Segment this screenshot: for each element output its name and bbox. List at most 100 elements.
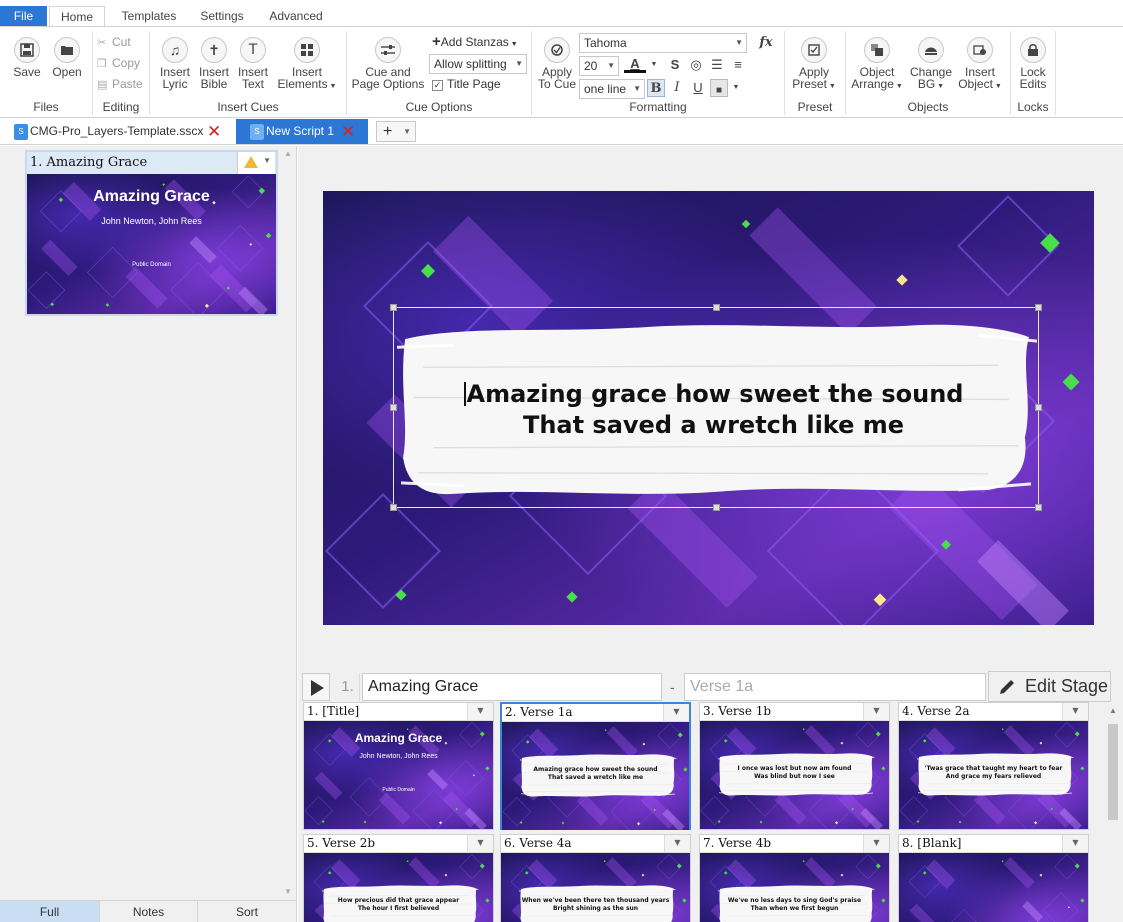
lock-edits-button[interactable]: Lock Edits xyxy=(1013,37,1053,90)
title-page-checkbox[interactable]: ✓ Title Page xyxy=(432,75,501,93)
cue-card-thumbnail: Amazing grace how sweet the sound That sa… xyxy=(502,722,689,830)
scroll-up-icon[interactable]: ▲ xyxy=(284,149,292,158)
resize-handle-bottom-left[interactable] xyxy=(390,504,397,511)
document-tab-label: CMG-Pro_Layers-Template.sscx xyxy=(30,124,204,138)
italic-button[interactable]: I xyxy=(668,79,686,97)
chevron-down-icon[interactable]: ▼ xyxy=(664,835,690,852)
cue-card[interactable]: 8. [Blank] ▼ xyxy=(898,834,1089,922)
chevron-down-icon[interactable]: ▼ xyxy=(730,79,742,97)
bold-button[interactable]: B xyxy=(647,79,665,97)
chevron-down-icon[interactable]: ▼ xyxy=(863,703,889,720)
close-icon[interactable]: ✕ xyxy=(207,119,221,144)
tab-sort[interactable]: Sort xyxy=(198,900,297,922)
cue-card[interactable]: 5. Verse 2b ▼ How precious did that grace … xyxy=(303,834,494,922)
tab-notes[interactable]: Notes xyxy=(100,900,198,922)
document-tab-new-script[interactable]: S New Script 1 ✕ xyxy=(236,119,368,144)
chevron-down-icon[interactable]: ▼ xyxy=(863,835,889,852)
cue-card[interactable]: 4. Verse 2a ▼ 'Twas grace that taught my h… xyxy=(898,702,1089,830)
selection-box[interactable] xyxy=(390,304,1042,511)
function-fx-button[interactable]: fx xyxy=(755,34,777,52)
paste-button[interactable]: ▤ Paste xyxy=(97,75,143,93)
cue-grid: 1. [Title] ▼ Amazing Grace John Newton, Joh… xyxy=(298,702,1123,922)
font-size-select[interactable]: 20 ▼ xyxy=(579,56,619,76)
copy-button[interactable]: ❐ Copy xyxy=(97,54,140,72)
stage-preview[interactable]: Amazing grace how sweet the sound That s… xyxy=(323,191,1094,625)
cue-card-label: 6. Verse 4a xyxy=(504,836,572,850)
font-color-button[interactable]: A xyxy=(624,55,646,73)
chevron-down-icon[interactable]: ▼ xyxy=(1062,703,1088,720)
cue-card[interactable]: 7. Verse 4b ▼ We've no less days to sing G… xyxy=(699,834,890,922)
cue-card-label: 3. Verse 1b xyxy=(703,704,772,718)
menu-tab-home[interactable]: Home xyxy=(49,6,105,28)
text-shadow-button[interactable]: S xyxy=(666,56,684,74)
object-arrange-button[interactable]: Object Arrange ▼ xyxy=(849,37,905,93)
scroll-down-icon[interactable]: ▼ xyxy=(284,887,292,896)
line-mode-select[interactable]: one line ▼ xyxy=(579,79,645,99)
chevron-down-icon[interactable]: ▼ xyxy=(467,703,493,720)
bullet-list-button[interactable]: ☰ xyxy=(708,56,726,74)
cut-button[interactable]: ✂ Cut xyxy=(97,33,131,51)
copy-icon: ❐ xyxy=(97,58,107,70)
close-icon[interactable]: ✕ xyxy=(341,119,355,144)
scrollbar-thumb[interactable] xyxy=(1108,724,1118,820)
open-label: Open xyxy=(52,65,82,79)
menu-tab-settings[interactable]: Settings xyxy=(190,6,254,27)
cue-subtitle-input[interactable]: Verse 1a xyxy=(684,673,986,701)
change-bg-button[interactable]: Change BG ▼ xyxy=(906,37,956,93)
add-stanzas-button[interactable]: +Add Stanzas ▼ xyxy=(432,33,518,51)
sliders-icon xyxy=(375,37,401,63)
resize-handle-bottom[interactable] xyxy=(713,504,720,511)
cue-card[interactable]: 2. Verse 1a ▼ Amazing grace how sweet the … xyxy=(500,702,691,830)
cue-card[interactable]: 1. [Title] ▼ Amazing Grace John Newton, Joh… xyxy=(303,702,494,830)
resize-handle-bottom-right[interactable] xyxy=(1035,504,1042,511)
chevron-down-icon[interactable]: ▼ xyxy=(663,704,689,721)
resize-handle-top-left[interactable] xyxy=(390,304,397,311)
insert-object-button[interactable]: Insert Object ▼ xyxy=(955,37,1005,93)
menu-tab-advanced[interactable]: Advanced xyxy=(260,6,332,27)
cue-list-scrollbar[interactable]: ▲ ▼ xyxy=(281,146,296,896)
cue-list-item[interactable]: 1. Amazing Grace ▼ Amazing Grace John Ne… xyxy=(25,150,278,316)
menu-tab-templates[interactable]: Templates xyxy=(112,6,186,27)
chevron-down-icon: ▼ xyxy=(826,83,836,90)
save-button[interactable]: Save xyxy=(8,37,46,78)
cue-grid-scrollbar[interactable]: ▲ xyxy=(1105,702,1121,922)
script-file-icon: S xyxy=(250,124,264,140)
text-outline-button[interactable]: ◎ xyxy=(687,56,705,74)
resize-handle-top[interactable] xyxy=(713,304,720,311)
document-tab-template[interactable]: S CMG-Pro_Layers-Template.sscx ✕ xyxy=(0,119,230,144)
warning-dropdown[interactable]: ▼ xyxy=(237,152,275,174)
numbered-list-button[interactable]: ≡ xyxy=(729,56,747,74)
chevron-down-icon[interactable]: ▼ xyxy=(1062,835,1088,852)
bullet-list-icon: ☰ xyxy=(711,57,723,72)
resize-handle-right[interactable] xyxy=(1035,404,1042,411)
insert-text-label-2: Text xyxy=(241,77,264,91)
edit-stage-button[interactable]: Edit Stage xyxy=(988,671,1111,702)
scroll-up-icon[interactable]: ▲ xyxy=(1109,706,1117,715)
cue-card[interactable]: 6. Verse 4a ▼ When we've been there ten th… xyxy=(500,834,691,922)
cue-card[interactable]: 3. Verse 1b ▼ I once was lost but now am f… xyxy=(699,702,890,830)
resize-handle-left[interactable] xyxy=(390,404,397,411)
font-family-select[interactable]: Tahoma ▼ xyxy=(579,33,747,53)
insert-bible-button[interactable]: ✝ Insert Bible xyxy=(195,37,233,90)
resize-handle-top-right[interactable] xyxy=(1035,304,1042,311)
paste-icon: ▤ xyxy=(97,79,108,91)
tab-full[interactable]: Full xyxy=(0,900,100,922)
apply-to-cue-button[interactable]: Apply To Cue xyxy=(536,37,578,90)
chevron-down-icon[interactable]: ▼ xyxy=(467,835,493,852)
underline-button[interactable]: U xyxy=(689,79,707,97)
split-mode-select[interactable]: Allow splitting ▼ xyxy=(429,54,527,74)
play-button[interactable] xyxy=(302,673,330,701)
thumbnail-song-title: Amazing Grace xyxy=(354,731,443,745)
open-button[interactable]: Open xyxy=(48,37,86,78)
chevron-down-icon[interactable]: ▼ xyxy=(648,56,660,74)
cue-page-options-button[interactable]: Cue and Page Options xyxy=(350,37,426,90)
add-tab-button[interactable]: + ▼ xyxy=(376,121,416,142)
text-highlight-button[interactable]: ■ xyxy=(710,79,728,97)
insert-text-button[interactable]: T Insert Text xyxy=(234,37,272,90)
insert-lyric-button[interactable]: ♫ Insert Lyric xyxy=(156,37,194,90)
cue-title-input[interactable]: Amazing Grace xyxy=(362,673,662,701)
apply-preset-button[interactable]: Apply Preset ▼ xyxy=(788,37,840,93)
menu-tab-file[interactable]: File xyxy=(0,6,47,27)
insert-elements-button[interactable]: Insert Elements ▼ xyxy=(274,37,340,93)
insert-bible-label-2: Bible xyxy=(200,77,228,91)
